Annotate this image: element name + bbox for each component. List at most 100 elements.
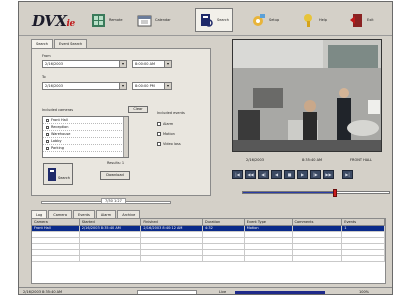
first-frame-button[interactable]: |◀ xyxy=(232,170,243,179)
status-level-bar xyxy=(235,291,325,294)
table-cell xyxy=(203,244,245,249)
column-header[interactable]: Events xyxy=(342,219,385,225)
fast-rewind-button[interactable]: ◀◀ xyxy=(245,170,256,179)
to-time-select[interactable]: 8:00:00 PM ▾ xyxy=(132,82,172,90)
toolbar-help-label: Help xyxy=(319,18,327,22)
video-viewer[interactable] xyxy=(232,39,382,152)
table-cell xyxy=(203,256,245,261)
search-button[interactable]: Search xyxy=(43,163,73,185)
toolbar-search-label: Search xyxy=(217,18,230,22)
table-cell xyxy=(80,256,142,261)
video-camera-name: FRONT HALL xyxy=(350,158,372,162)
stop-button[interactable]: ■ xyxy=(284,170,295,179)
toolbar-calendar-label: Calendar xyxy=(155,18,171,22)
column-header[interactable]: Duration xyxy=(203,219,245,225)
from-time-select[interactable]: 8:00:00 AM ▾ xyxy=(132,60,172,68)
table-cell xyxy=(293,232,343,237)
table-header: Camera Started Finished Duration Event Type C… xyxy=(32,219,385,226)
table-cell xyxy=(342,244,385,249)
checkbox-icon[interactable] xyxy=(157,122,161,126)
list-scrollbar[interactable] xyxy=(123,117,128,157)
list-item[interactable]: Lobby xyxy=(43,138,128,145)
download-button[interactable]: Download xyxy=(100,171,130,180)
event-checkbox-motion[interactable]: Motion xyxy=(157,132,175,136)
timeline-progress xyxy=(243,192,335,193)
log-tabs: Log Camera Events Alarm Archive xyxy=(31,210,141,219)
checkbox-icon[interactable] xyxy=(46,125,49,129)
table-cell xyxy=(141,256,204,261)
table-cell xyxy=(245,238,293,243)
play-button[interactable]: ▶ xyxy=(297,170,308,179)
search-tabs: Search Event Search xyxy=(31,39,88,48)
last-frame-button[interactable]: ▶| xyxy=(342,170,353,179)
table-cell xyxy=(203,250,245,255)
column-header[interactable]: Event Type xyxy=(245,219,293,225)
table-cell: Motion xyxy=(245,226,293,231)
column-header[interactable]: Camera xyxy=(32,219,80,225)
play-reverse-button[interactable]: ◀ xyxy=(271,170,282,179)
tab-event-search[interactable]: Event Search xyxy=(54,39,88,48)
list-item[interactable]: Parking xyxy=(43,145,128,152)
column-header[interactable]: Comments xyxy=(293,219,343,225)
step-forward-button[interactable]: |▶ xyxy=(310,170,321,179)
table-cell xyxy=(245,232,293,237)
table-cell xyxy=(203,232,245,237)
table-cell xyxy=(141,244,204,249)
checkbox-icon[interactable] xyxy=(46,118,49,122)
list-item[interactable]: Reception xyxy=(43,124,128,131)
list-item[interactable]: Warehouse xyxy=(43,131,128,138)
event-checkbox-alarm[interactable]: Alarm xyxy=(157,122,173,126)
toolbar-exit-button[interactable]: Exit xyxy=(349,8,374,32)
timeline-track[interactable] xyxy=(242,189,390,197)
toolbar-exit-label: Exit xyxy=(367,18,374,22)
from-label: From xyxy=(42,54,51,58)
video-info-bar: 2/16/2003 8:35:40 AM FRONT HALL xyxy=(232,154,382,166)
table-cell: 4:32 xyxy=(203,226,245,231)
to-date-select[interactable]: 2/16/2003 ▾ xyxy=(42,82,127,90)
toolbar-remote-label: Remote xyxy=(109,18,123,22)
column-header[interactable]: Started xyxy=(80,219,142,225)
table-cell xyxy=(32,244,80,249)
table-cell: 1 xyxy=(342,226,385,231)
app-logo: DVXie xyxy=(32,12,75,30)
event-checkbox-video-loss[interactable]: Video loss xyxy=(157,142,181,146)
toolbar-help-button[interactable]: Help xyxy=(301,8,327,32)
video-date: 2/16/2003 xyxy=(246,158,264,162)
cameras-label: Included cameras xyxy=(42,108,74,112)
results-count: Results: 1 xyxy=(107,161,125,165)
checkbox-icon[interactable] xyxy=(157,132,161,136)
camera-feed-image xyxy=(233,40,381,151)
checkbox-icon[interactable] xyxy=(46,146,49,150)
table-cell xyxy=(141,238,204,243)
list-item[interactable]: Front Hall xyxy=(43,117,128,124)
toolbar-calendar-button[interactable]: Calendar xyxy=(137,8,171,32)
from-time-value: 8:00:00 AM xyxy=(135,62,156,66)
camera-list[interactable]: Front Hall Reception Warehouse Lobby Par… xyxy=(42,116,129,158)
table-cell xyxy=(141,250,204,255)
table-body: Front Hall 2/16/2003 8:35:40 AM 2/16/2003 … xyxy=(32,226,385,262)
table-cell xyxy=(342,238,385,243)
table-row[interactable] xyxy=(32,256,385,262)
tab-search[interactable]: Search xyxy=(31,39,54,48)
timeline-thumb[interactable] xyxy=(332,189,337,197)
toolbar-search-button[interactable]: Search xyxy=(195,8,234,32)
search-panel: From 2/16/2003 ▾ 8:00:00 AM ▾ To 2/16/2003… xyxy=(31,48,211,196)
toolbar-remote-button[interactable]: Remote xyxy=(91,8,123,32)
table-cell xyxy=(293,244,343,249)
step-back-button[interactable]: ◀| xyxy=(258,170,269,179)
checkbox-icon[interactable] xyxy=(46,132,49,136)
fast-forward-button[interactable]: ▶▶ xyxy=(323,170,334,179)
clear-button[interactable]: Clear xyxy=(128,106,148,113)
from-date-select[interactable]: 2/16/2003 ▾ xyxy=(42,60,127,68)
table-cell xyxy=(293,226,343,231)
table-cell: 2/16/2003 8:40:12 AM xyxy=(141,226,204,231)
app-window: DVXie Remote Calendar Search Setup Help … xyxy=(18,1,393,295)
column-header[interactable]: Finished xyxy=(141,219,204,225)
checkbox-icon[interactable] xyxy=(157,142,161,146)
table-cell xyxy=(32,256,80,261)
timeline-slider[interactable] xyxy=(232,188,392,197)
checkbox-icon[interactable] xyxy=(46,139,49,143)
toolbar-setup-button[interactable]: Setup xyxy=(251,8,279,32)
toolbar-setup-label: Setup xyxy=(269,18,280,22)
list-slider[interactable]: 7/30 1:27 xyxy=(31,198,211,207)
